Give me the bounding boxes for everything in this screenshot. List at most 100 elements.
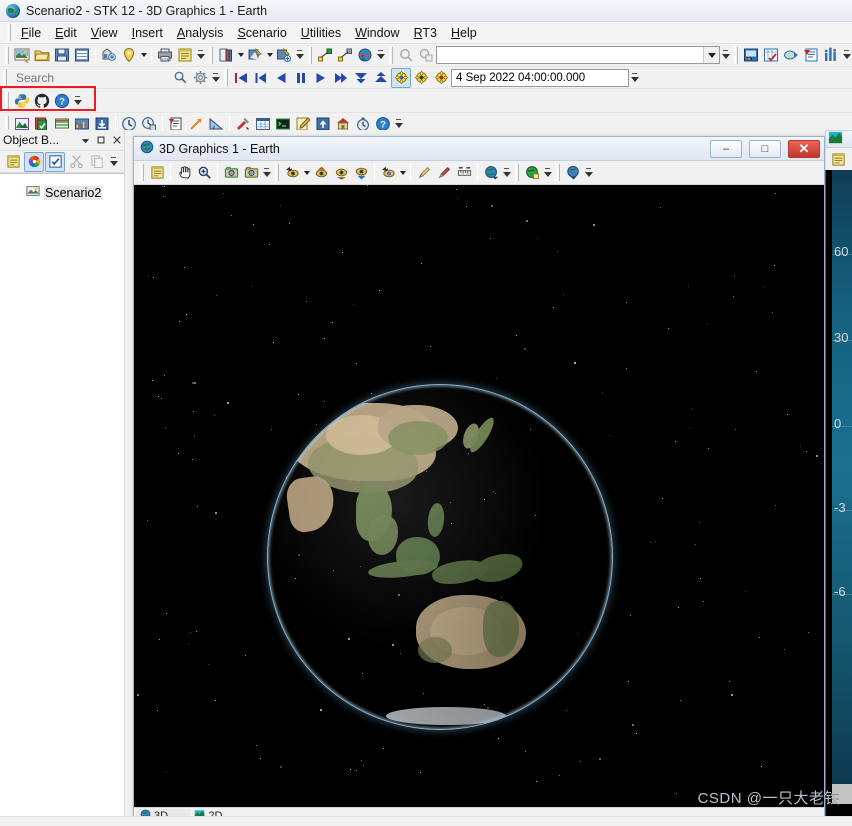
play-backward-icon[interactable] [271, 68, 291, 88]
graph-manager-icon[interactable] [821, 45, 841, 65]
current-time-field[interactable]: 4 Sep 2022 04:00:00.000 [451, 68, 629, 87]
pan-icon[interactable] [416, 45, 436, 65]
graphics-toolbar-grip[interactable] [140, 164, 144, 181]
object-browser-overflow[interactable] [108, 153, 119, 171]
toolbar-grip-5[interactable] [734, 46, 738, 64]
open-scenario-icon[interactable] [32, 45, 52, 65]
list-item[interactable]: Scenario2 [0, 184, 124, 201]
toolbar-overflow-1[interactable] [195, 46, 206, 64]
toolbar-overflow-2[interactable] [294, 46, 305, 64]
checkbox-icon[interactable] [45, 151, 65, 172]
chevron-down-icon[interactable] [78, 133, 92, 147]
view-from-icon[interactable] [282, 163, 302, 183]
xrealtime-mode-icon[interactable] [431, 68, 451, 88]
graphics-toolbar-grip-4[interactable] [556, 164, 560, 181]
record-icon[interactable] [241, 163, 261, 183]
toolbar-overflow-5[interactable] [841, 46, 852, 64]
save-icon[interactable] [52, 45, 72, 65]
properties-icon[interactable] [3, 152, 23, 172]
properties-icon[interactable] [147, 163, 167, 183]
graphics-overflow-1[interactable] [261, 164, 272, 182]
menu-utilities[interactable]: Utilities [294, 24, 348, 42]
github-icon[interactable] [32, 91, 52, 111]
save-all-icon[interactable] [72, 45, 92, 65]
map-viewport-2d[interactable]: 60 30 0 -3 -6 [825, 170, 852, 818]
step-backward-icon[interactable] [251, 68, 271, 88]
3d-scene-viewport[interactable] [134, 185, 824, 807]
menu-insert[interactable]: Insert [125, 24, 170, 42]
earth-globe[interactable] [268, 385, 612, 729]
maximize-button[interactable]: □ [749, 139, 781, 158]
data-tool-icon[interactable] [761, 45, 781, 65]
toolbar-combo[interactable] [436, 46, 720, 64]
zoom-in-icon[interactable] [396, 45, 416, 65]
object-catalog-icon[interactable] [216, 45, 236, 65]
toolbar-overflow-3[interactable] [375, 46, 386, 64]
toolbar-overflow-4[interactable] [720, 46, 731, 64]
menu-window[interactable]: Window [348, 24, 406, 42]
menu-view[interactable]: View [84, 24, 125, 42]
search-overflow[interactable] [210, 69, 221, 87]
measure-icon[interactable] [454, 163, 474, 183]
pan-hand-icon[interactable] [174, 163, 194, 183]
chain-icon[interactable]: Σ [355, 45, 375, 65]
question-circle-icon[interactable]: ? [52, 91, 72, 111]
copy-icon[interactable] [87, 152, 107, 172]
animation-grip[interactable] [224, 69, 228, 86]
pause-icon[interactable] [291, 68, 311, 88]
view-reset-icon[interactable] [378, 163, 398, 183]
minimize-button[interactable]: – [710, 139, 742, 158]
gear-icon[interactable] [190, 68, 210, 88]
terrain-globe-icon[interactable] [522, 163, 542, 183]
marker-icon[interactable] [119, 45, 139, 65]
new-vector-icon[interactable] [245, 45, 265, 65]
step-forward-icon[interactable] [331, 68, 351, 88]
close-button[interactable]: ✕ [788, 139, 820, 158]
zoom-icon[interactable] [194, 163, 214, 183]
report-icon[interactable] [175, 45, 195, 65]
menu-analysis[interactable]: Analysis [170, 24, 231, 42]
menu-edit[interactable]: Edit [48, 24, 84, 42]
map-scrollbar[interactable] [832, 784, 852, 804]
graphics-overflow-3[interactable] [542, 164, 553, 182]
realtime-mode-icon[interactable] [411, 68, 431, 88]
access-icon[interactable] [315, 45, 335, 65]
properties-icon[interactable] [828, 149, 848, 169]
pin-icon[interactable] [94, 133, 108, 147]
graphics-overflow-4[interactable] [583, 164, 594, 182]
new-scenario-icon[interactable] [12, 45, 32, 65]
menu-scenario[interactable]: Scenario [230, 24, 293, 42]
search-grip[interactable] [3, 69, 7, 86]
new-vector-dropdown-icon[interactable] [265, 46, 274, 64]
draw-pen-icon[interactable] [434, 163, 454, 183]
python-toolbar-overflow[interactable] [72, 92, 83, 110]
graphics-toolbar-grip-2[interactable] [275, 164, 279, 181]
constellation-icon[interactable] [335, 45, 355, 65]
chevron-double-up-icon[interactable] [371, 68, 391, 88]
graphics-toolbar-grip-3[interactable] [515, 164, 519, 181]
print-html-icon[interactable]: HTML [155, 45, 175, 65]
print-preview-icon[interactable] [781, 45, 801, 65]
play-forward-icon[interactable] [311, 68, 331, 88]
chevron-double-down-icon[interactable] [351, 68, 371, 88]
python-icon[interactable] [12, 91, 32, 111]
view-reset-dropdown-icon[interactable] [398, 164, 407, 182]
toolbar-grip-1[interactable] [5, 46, 9, 64]
animation-overflow[interactable] [629, 69, 640, 87]
animation-mode-icon[interactable] [391, 67, 411, 88]
map-globe-icon[interactable] [481, 163, 501, 183]
menu-help[interactable]: Help [444, 24, 484, 42]
view-down-icon[interactable] [351, 163, 371, 183]
cut-icon[interactable] [66, 152, 86, 172]
menubar-grip[interactable] [7, 24, 11, 41]
toolbar-grip-2[interactable] [209, 46, 213, 64]
marker-dropdown-icon[interactable] [139, 46, 148, 64]
database-icon[interactable]: DB [741, 45, 761, 65]
magnifier-icon[interactable] [170, 68, 190, 88]
imagery-globe-icon[interactable] [563, 163, 583, 183]
insert-object-icon[interactable] [99, 45, 119, 65]
menu-file[interactable]: File [14, 24, 48, 42]
rewind-to-start-icon[interactable] [231, 68, 251, 88]
toolbar-grip-3[interactable] [308, 46, 312, 64]
object-catalog-dropdown-icon[interactable] [236, 46, 245, 64]
